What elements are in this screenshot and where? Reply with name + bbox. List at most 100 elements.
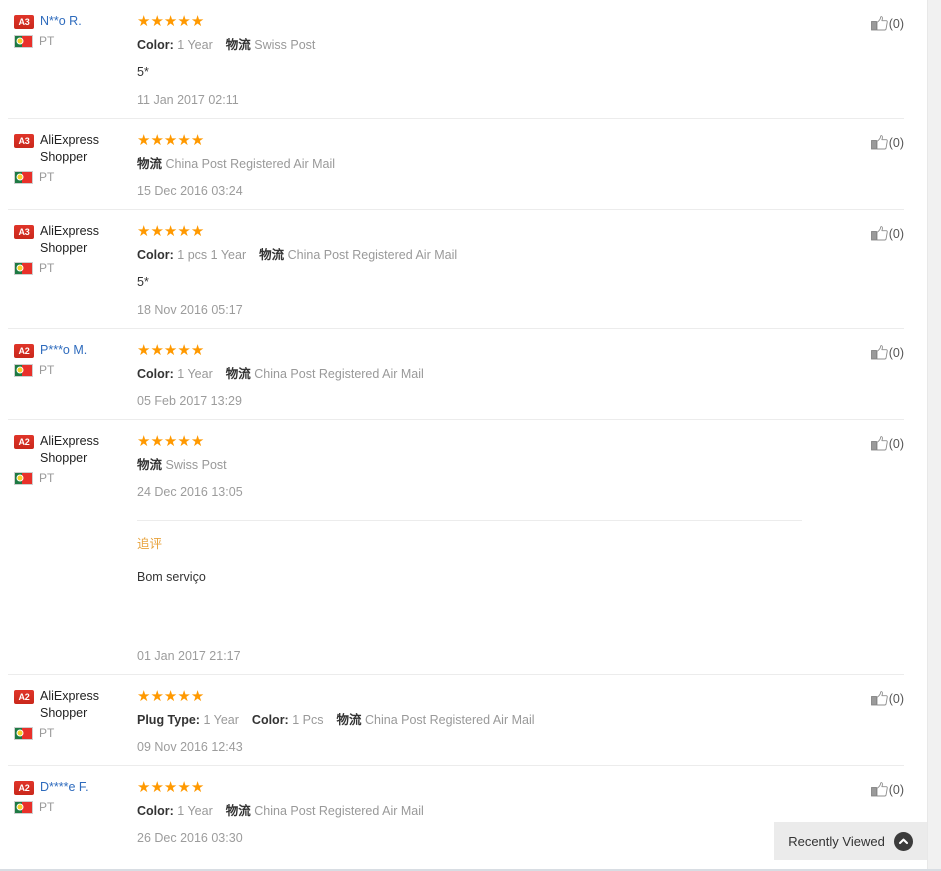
reviewer-country-row: PT — [14, 800, 129, 814]
star-rating: ★★★★★ — [137, 433, 814, 449]
thumbs-up-icon[interactable] — [870, 782, 888, 797]
helpful-count: (0) — [888, 226, 904, 241]
star-icon: ★ — [163, 779, 178, 796]
reviewer-rank-badge: A3 — [14, 134, 34, 148]
thumbs-up-icon[interactable] — [870, 226, 888, 241]
flag-icon-pt — [14, 726, 33, 740]
reviewer-rank-badge: A2 — [14, 435, 34, 449]
reviewer-country-row: PT — [14, 261, 129, 275]
helpful-count: (0) — [888, 345, 904, 360]
helpful-column: (0) — [814, 329, 904, 419]
star-icon: ★ — [190, 433, 205, 450]
logistics-label: 物流 — [225, 366, 251, 381]
star-icon: ★ — [137, 342, 151, 359]
star-icon: ★ — [177, 13, 191, 30]
star-icon: ★ — [163, 13, 178, 30]
helpful-button[interactable]: (0) — [870, 782, 904, 797]
helpful-button[interactable]: (0) — [870, 436, 904, 451]
star-icon: ★ — [190, 342, 205, 359]
star-icon: ★ — [190, 223, 205, 240]
flag-icon-pt — [14, 800, 33, 814]
chevron-up-icon[interactable] — [893, 831, 913, 851]
reviewer-name[interactable]: D****e F. — [40, 779, 89, 796]
reviewer-country-code: PT — [39, 261, 55, 275]
reviewer-country-code: PT — [39, 471, 55, 485]
order-attributes: Color: 1 Year 物流 China Post Registered Ai… — [137, 803, 814, 819]
order-attributes: Plug Type: 1 Year Color: 1 Pcs 物流 China Po… — [137, 712, 814, 728]
helpful-count: (0) — [888, 135, 904, 150]
attribute-label: Plug Type: — [137, 713, 200, 727]
reviewer-identity-row: A3 N**o R. — [14, 13, 129, 30]
star-rating: ★★★★★ — [137, 13, 814, 29]
attribute-value: 1 Year — [203, 713, 239, 727]
attribute-value: 1 Pcs — [292, 713, 324, 727]
helpful-button[interactable]: (0) — [870, 345, 904, 360]
feedback-item: A2 D****e F. PT ★★★★★ Color: 1 Year 物流 China … — [8, 766, 904, 856]
order-attributes: Color: 1 pcs 1 Year 物流 China Post Registe… — [137, 247, 814, 263]
reviewer-name: AliExpress Shopper — [40, 224, 100, 255]
helpful-button[interactable]: (0) — [870, 691, 904, 706]
reviewer-info: A3 N**o R. PT — [8, 0, 135, 118]
star-icon: ★ — [137, 223, 151, 240]
reviewer-name[interactable]: N**o R. — [40, 13, 82, 30]
order-attributes: Color: 1 Year 物流 China Post Registered Ai… — [137, 366, 814, 382]
reviewer-identity-row: A2 AliExpress Shopper — [14, 433, 129, 467]
star-icon: ★ — [177, 132, 191, 149]
logistics-label: 物流 — [137, 156, 163, 171]
star-icon: ★ — [177, 342, 191, 359]
reviewer-country-code: PT — [39, 170, 55, 184]
feedback-content: ★★★★★ Color: 1 Year 物流 China Post Register… — [135, 766, 814, 856]
reviewer-info: A2 P***o M. PT — [8, 329, 135, 419]
review-date: 15 Dec 2016 03:24 — [137, 184, 243, 198]
helpful-button[interactable]: (0) — [870, 135, 904, 150]
star-icon: ★ — [177, 223, 191, 240]
star-icon: ★ — [137, 688, 151, 705]
logistics-label: 物流 — [259, 247, 285, 262]
star-icon: ★ — [190, 132, 205, 149]
logistics-value: China Post Registered Air Mail — [254, 367, 424, 381]
review-date: 11 Jan 2017 02:11 — [137, 93, 239, 107]
thumbs-up-icon[interactable] — [870, 345, 888, 360]
reviewer-name[interactable]: P***o M. — [40, 342, 87, 359]
feedback-content: ★★★★★ Color: 1 Year 物流 China Post Register… — [135, 329, 814, 419]
flag-icon-pt — [14, 34, 33, 48]
recently-viewed-widget[interactable]: Recently Viewed — [774, 822, 927, 860]
helpful-button[interactable]: (0) — [870, 226, 904, 241]
helpful-column: (0) — [814, 0, 904, 118]
order-attributes: 物流 China Post Registered Air Mail — [137, 156, 814, 172]
star-icon: ★ — [150, 433, 164, 450]
attribute-label: Color: — [251, 713, 289, 727]
star-icon: ★ — [163, 132, 178, 149]
reviewer-identity-row: A3 AliExpress Shopper — [14, 223, 129, 257]
review-text: 5* — [137, 275, 149, 289]
reviewer-identity-row: A2 P***o M. — [14, 342, 129, 359]
thumbs-up-icon[interactable] — [870, 436, 888, 451]
attribute-label: Color: — [137, 248, 174, 262]
helpful-button[interactable]: (0) — [870, 16, 904, 31]
reviewer-rank-badge: A2 — [14, 344, 34, 358]
reviewer-info: A2 AliExpress Shopper PT — [8, 420, 135, 674]
thumbs-up-icon[interactable] — [870, 135, 888, 150]
flag-icon-pt — [14, 363, 33, 377]
additional-review-text: Bom serviço — [137, 570, 206, 584]
helpful-count: (0) — [888, 691, 904, 706]
attribute-value: 1 Year — [177, 367, 213, 381]
logistics-value: China Post Registered Air Mail — [364, 713, 535, 727]
reviewer-rank-badge: A2 — [14, 781, 34, 795]
attribute-value: 1 Year — [177, 38, 213, 52]
feedback-item: A3 N**o R. PT ★★★★★ Color: 1 Year 物流 Swiss Po… — [8, 0, 904, 119]
feedback-content: ★★★★★ 物流 Swiss Post 24 Dec 2016 13:05 追评 Bom… — [135, 420, 814, 674]
feedback-content: ★★★★★ 物流 China Post Registered Air Mail 15… — [135, 119, 814, 209]
review-text: 5* — [137, 65, 149, 79]
additional-review-title: 追评 — [137, 536, 163, 551]
star-icon: ★ — [150, 779, 164, 796]
reviewer-rank-badge: A2 — [14, 690, 34, 704]
page-scrollbar-track[interactable] — [927, 0, 941, 871]
thumbs-up-icon[interactable] — [870, 691, 888, 706]
reviewer-country-row: PT — [14, 170, 129, 184]
star-icon: ★ — [137, 132, 151, 149]
feedback-item: A2 AliExpress Shopper PT ★★★★★ 物流 Swiss Post… — [8, 420, 904, 675]
thumbs-up-icon[interactable] — [870, 16, 888, 31]
star-icon: ★ — [190, 779, 205, 796]
logistics-value: China Post Registered Air Mail — [287, 248, 458, 262]
